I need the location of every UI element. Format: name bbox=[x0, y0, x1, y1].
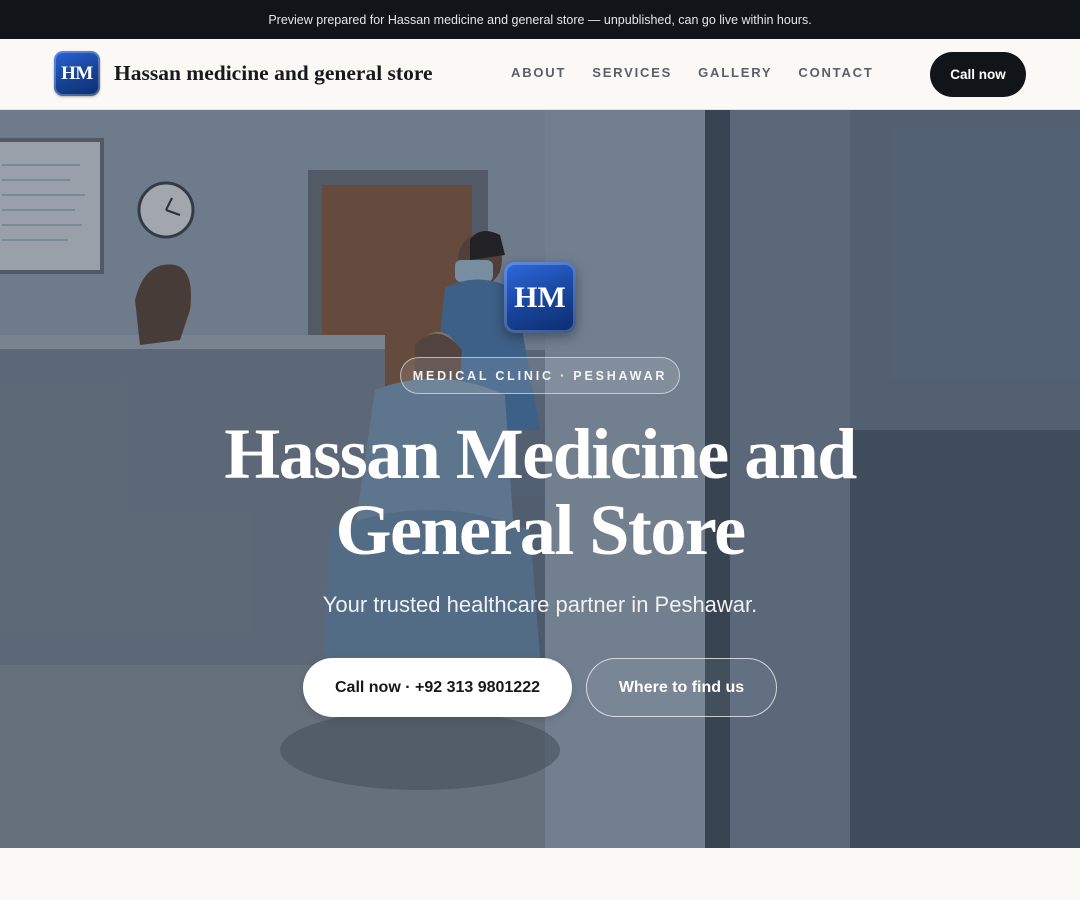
category-tag: MEDICAL CLINIC · PESHAWAR bbox=[400, 357, 680, 394]
brand-name[interactable]: Hassan medicine and general store bbox=[114, 61, 433, 86]
main-nav: ABOUT SERVICES GALLERY CONTACT bbox=[511, 65, 874, 80]
hero-logo-icon: HM bbox=[504, 262, 576, 333]
call-phone-button[interactable]: Call now · +92 313 9801222 bbox=[303, 658, 572, 717]
nav-services[interactable]: SERVICES bbox=[592, 65, 672, 80]
announcement-bar: Preview prepared for Hassan medicine and… bbox=[0, 0, 1080, 39]
find-us-button[interactable]: Where to find us bbox=[586, 658, 777, 717]
site-header: HM Hassan medicine and general store ABO… bbox=[0, 39, 1080, 110]
hero-subtitle: Your trusted healthcare partner in Pesha… bbox=[322, 592, 758, 617]
hero-title: Hassan Medicine and General Store bbox=[224, 414, 857, 570]
hero-section: HM MEDICAL CLINIC · PESHAWAR Hassan Medi… bbox=[0, 110, 1080, 848]
logo-icon[interactable]: HM bbox=[54, 51, 100, 96]
nav-contact[interactable]: CONTACT bbox=[798, 65, 873, 80]
nav-gallery[interactable]: GALLERY bbox=[698, 65, 772, 80]
announcement-text: Preview prepared for Hassan medicine and… bbox=[268, 12, 812, 27]
call-now-button[interactable]: Call now bbox=[930, 52, 1026, 97]
nav-about[interactable]: ABOUT bbox=[511, 65, 566, 80]
